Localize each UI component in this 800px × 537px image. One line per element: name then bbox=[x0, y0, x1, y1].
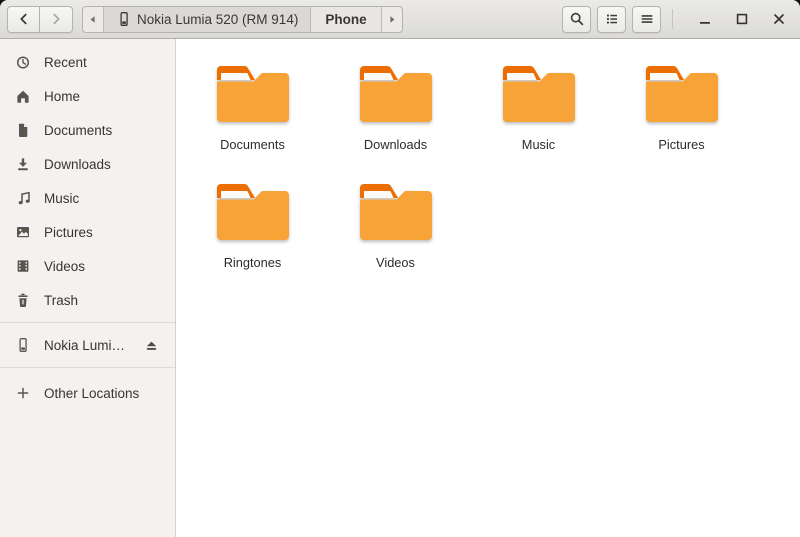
breadcrumb: Nokia Lumia 520 (RM 914) Phone bbox=[82, 5, 403, 33]
folder-music[interactable]: Music bbox=[467, 55, 610, 173]
hamburger-menu-icon bbox=[639, 11, 655, 27]
close-button[interactable] bbox=[765, 5, 793, 33]
sidebar-item-recent[interactable]: Recent bbox=[0, 45, 175, 79]
folder-icon bbox=[214, 181, 292, 243]
breadcrumb-device-label: Nokia Lumia 520 (RM 914) bbox=[137, 11, 299, 27]
folder-icon bbox=[643, 63, 721, 125]
sidebar-item-music[interactable]: Music bbox=[0, 181, 175, 215]
sidebar-item-trash[interactable]: Trash bbox=[0, 283, 175, 317]
folder-grid: Documents Downloads Music Pictures Ringt… bbox=[181, 55, 761, 291]
folder-documents[interactable]: Documents bbox=[181, 55, 324, 173]
search-icon bbox=[569, 11, 585, 27]
triangle-right-icon bbox=[388, 15, 396, 24]
sidebar-item-label: Home bbox=[44, 88, 81, 104]
sidebar-item-label: Downloads bbox=[44, 156, 111, 172]
folder-icon bbox=[214, 63, 292, 125]
back-button[interactable] bbox=[7, 5, 40, 33]
close-icon bbox=[771, 11, 787, 27]
maximize-button[interactable] bbox=[728, 5, 756, 33]
forward-button[interactable] bbox=[40, 5, 73, 33]
folder-pictures[interactable]: Pictures bbox=[610, 55, 753, 173]
sidebar-item-label: Recent bbox=[44, 54, 87, 70]
plus-icon bbox=[15, 385, 31, 401]
places-sidebar: Recent Home Documents Downloads Music Pi… bbox=[0, 39, 176, 537]
menu-button[interactable] bbox=[632, 5, 661, 33]
navigation-buttons bbox=[7, 5, 73, 33]
sidebar-item-label: Music bbox=[44, 190, 80, 206]
maximize-icon bbox=[734, 11, 750, 27]
list-view-icon bbox=[604, 11, 620, 27]
sidebar-item-downloads[interactable]: Downloads bbox=[0, 147, 175, 181]
music-note-icon bbox=[15, 190, 31, 206]
folder-label: Ringtones bbox=[223, 255, 282, 270]
image-icon bbox=[15, 224, 31, 240]
header-separator bbox=[672, 9, 673, 29]
sidebar-item-label: Documents bbox=[44, 122, 113, 138]
folder-icon bbox=[500, 63, 578, 125]
sidebar-separator bbox=[0, 322, 175, 323]
view-list-button[interactable] bbox=[597, 5, 626, 33]
film-icon bbox=[15, 258, 31, 274]
sidebar-item-label: Videos bbox=[44, 258, 86, 274]
eject-button[interactable] bbox=[143, 337, 160, 354]
path-scroll-right-button[interactable] bbox=[382, 7, 402, 32]
breadcrumb-current-segment[interactable]: Phone bbox=[311, 6, 382, 32]
chevron-left-icon bbox=[16, 11, 32, 27]
breadcrumb-device-segment[interactable]: Nokia Lumia 520 (RM 914) bbox=[104, 6, 312, 32]
folder-downloads[interactable]: Downloads bbox=[324, 55, 467, 173]
clock-icon bbox=[15, 54, 31, 70]
sidebar-device-label: Nokia Lumi… bbox=[44, 337, 126, 353]
sidebar-item-label: Pictures bbox=[44, 224, 93, 240]
sidebar-item-home[interactable]: Home bbox=[0, 79, 175, 113]
phone-icon bbox=[116, 11, 130, 27]
folder-label: Downloads bbox=[363, 137, 428, 152]
folder-ringtones[interactable]: Ringtones bbox=[181, 173, 324, 291]
sidebar-item-label: Other Locations bbox=[44, 385, 140, 401]
main-area: Recent Home Documents Downloads Music Pi… bbox=[0, 39, 800, 537]
home-icon bbox=[15, 88, 31, 104]
breadcrumb-current-label: Phone bbox=[325, 11, 367, 27]
folder-label: Music bbox=[521, 137, 556, 152]
folder-icon bbox=[357, 63, 435, 125]
download-icon bbox=[15, 156, 31, 172]
minimize-icon bbox=[697, 11, 713, 27]
folder-videos[interactable]: Videos bbox=[324, 173, 467, 291]
sidebar-item-nokia-device[interactable]: Nokia Lumi… bbox=[0, 328, 175, 362]
file-manager-window: Nokia Lumia 520 (RM 914) Phone Recent Ho… bbox=[0, 0, 800, 537]
header-bar: Nokia Lumia 520 (RM 914) Phone bbox=[0, 0, 800, 39]
folder-icon bbox=[357, 181, 435, 243]
search-button[interactable] bbox=[562, 5, 591, 33]
phone-icon bbox=[15, 337, 31, 353]
triangle-left-icon bbox=[89, 15, 97, 24]
minimize-button[interactable] bbox=[691, 5, 719, 33]
file-view: Documents Downloads Music Pictures Ringt… bbox=[176, 39, 800, 537]
chevron-right-icon bbox=[48, 11, 64, 27]
folder-label: Pictures bbox=[658, 137, 705, 152]
sidebar-separator bbox=[0, 367, 175, 368]
sidebar-item-videos[interactable]: Videos bbox=[0, 249, 175, 283]
folder-label: Documents bbox=[220, 137, 285, 152]
trash-icon bbox=[15, 292, 31, 308]
folder-label: Videos bbox=[376, 255, 415, 270]
path-scroll-left-button[interactable] bbox=[83, 6, 104, 32]
sidebar-item-pictures[interactable]: Pictures bbox=[0, 215, 175, 249]
sidebar-item-other-locations[interactable]: Other Locations bbox=[0, 373, 175, 413]
sidebar-item-documents[interactable]: Documents bbox=[0, 113, 175, 147]
sidebar-item-label: Trash bbox=[44, 292, 79, 308]
document-icon bbox=[15, 122, 31, 138]
